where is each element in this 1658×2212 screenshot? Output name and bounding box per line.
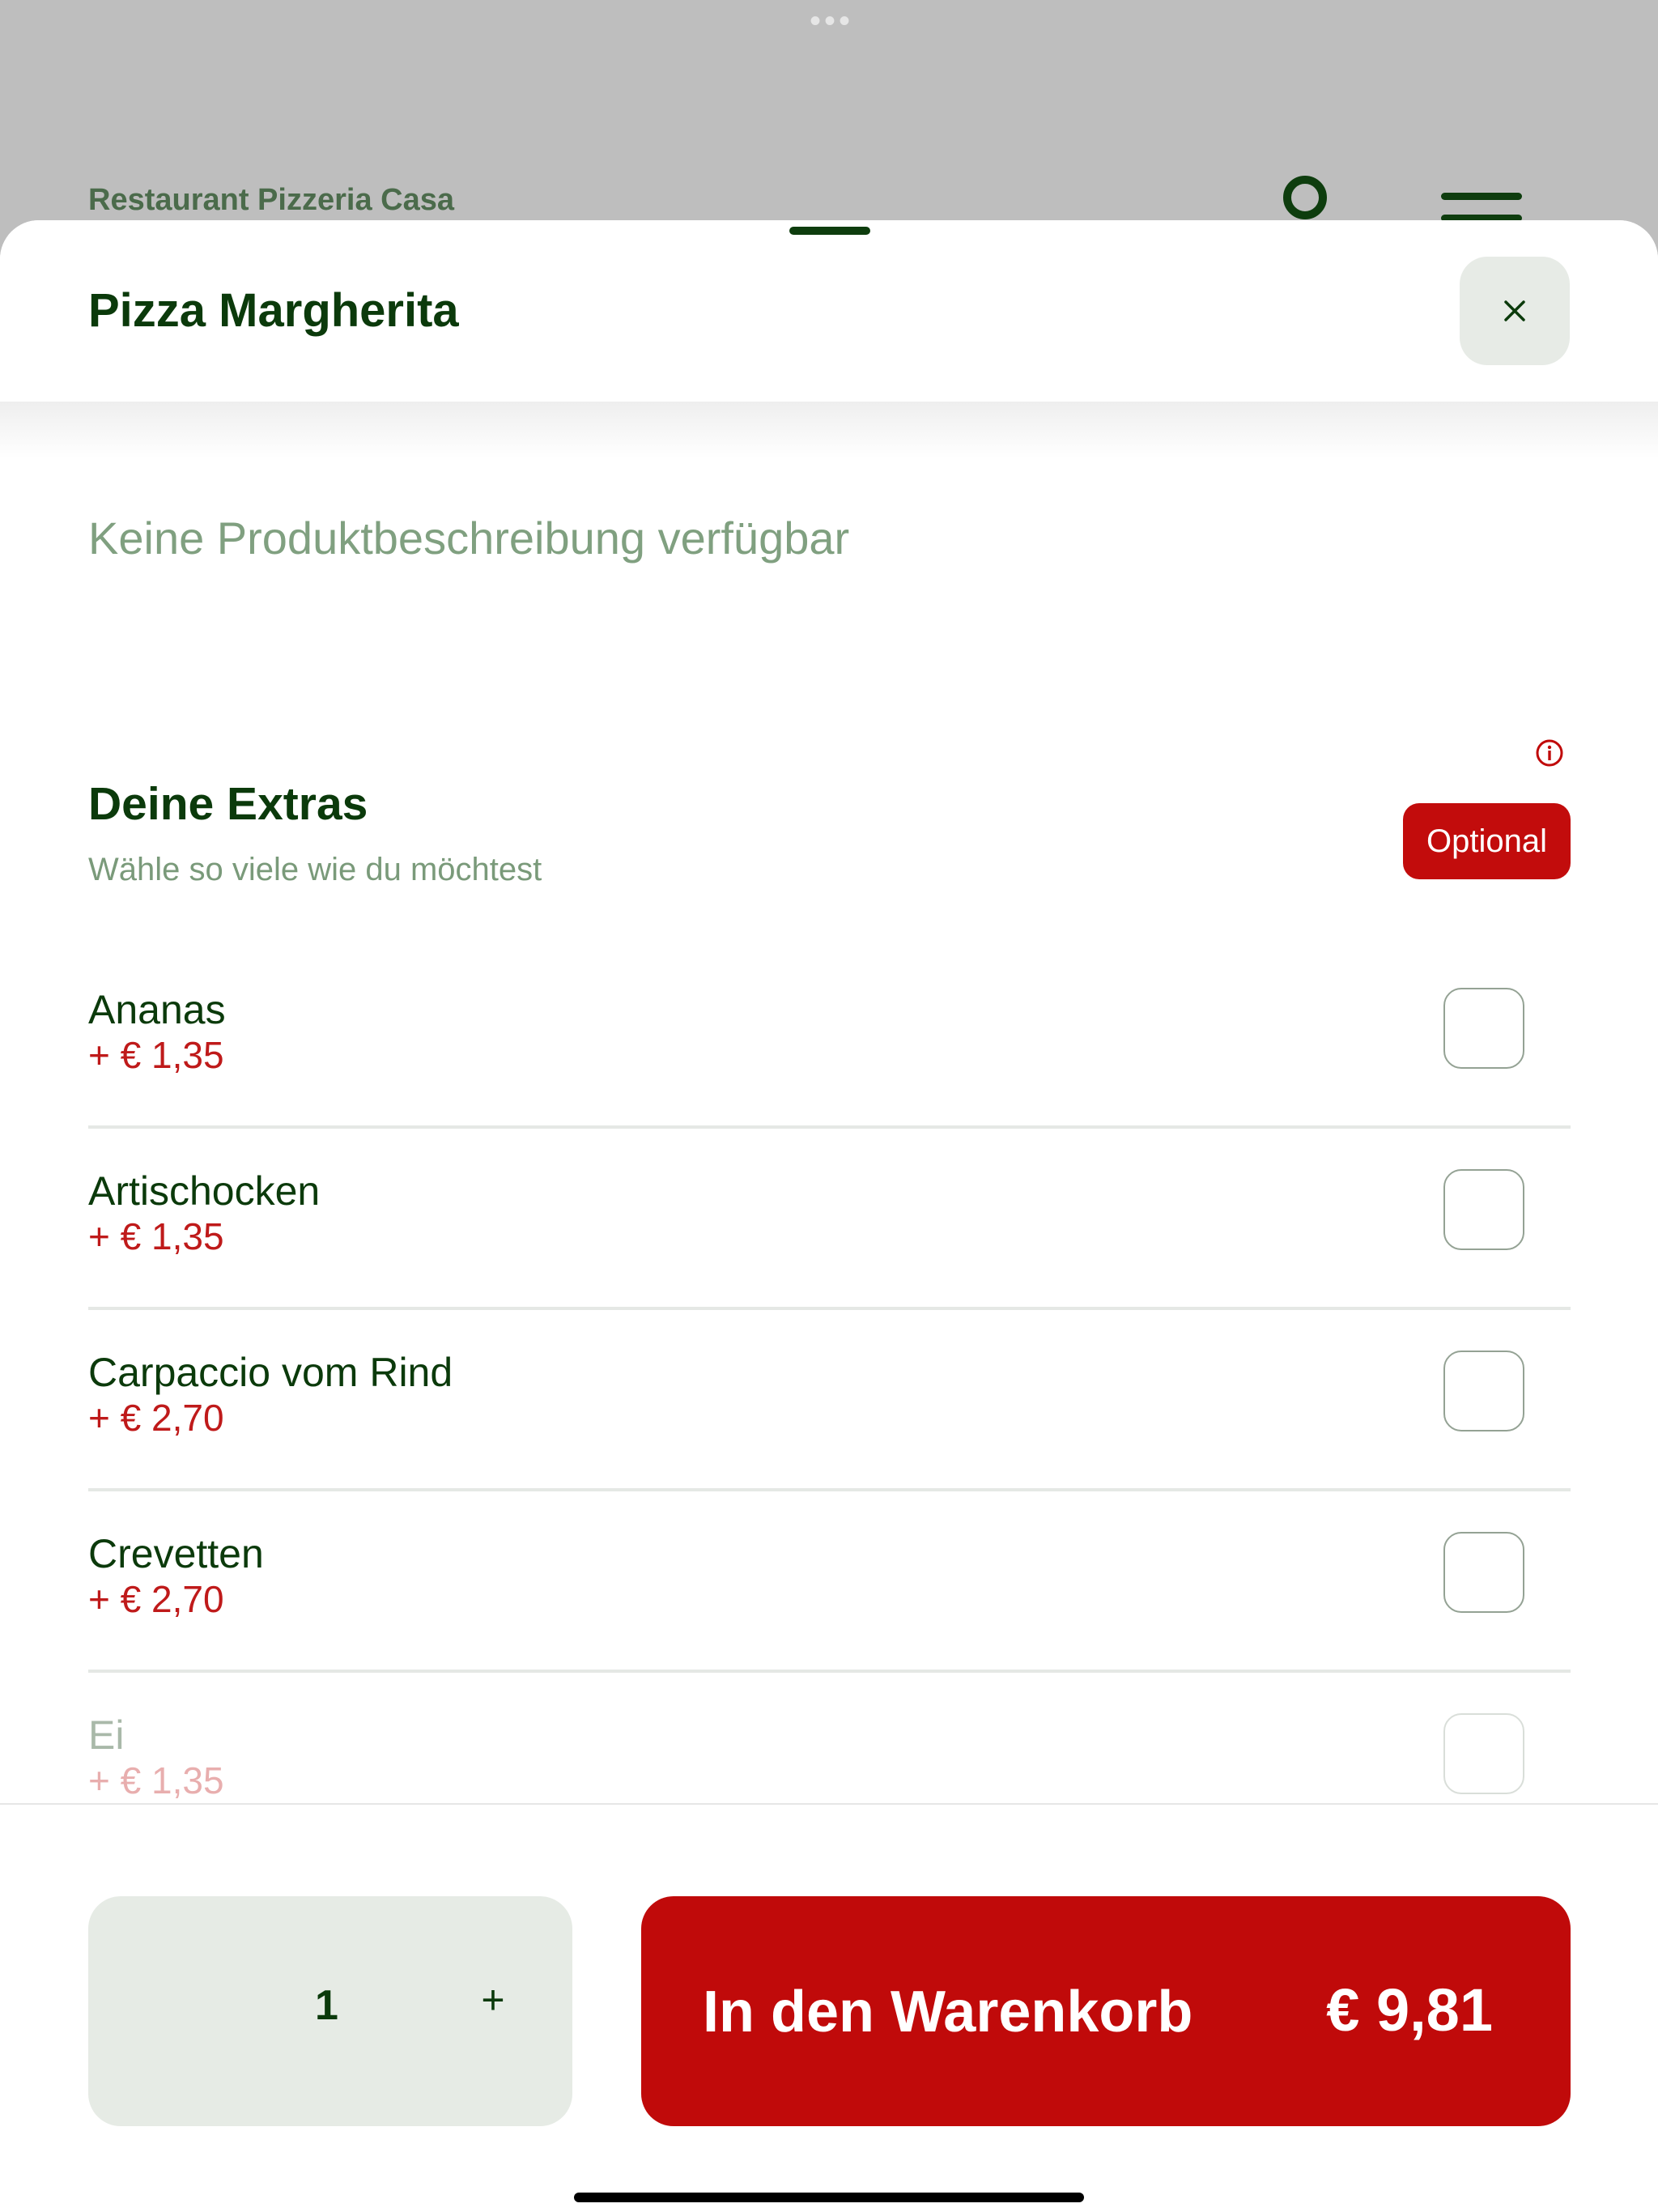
extra-item-artischocken[interactable]: Artischocken + € 1,35: [88, 1129, 1571, 1310]
extra-name: Ei: [88, 1712, 125, 1758]
increment-button[interactable]: +: [469, 1976, 517, 2024]
extra-item-carpaccio[interactable]: Carpaccio vom Rind + € 2,70: [88, 1310, 1571, 1491]
extra-name: Crevetten: [88, 1531, 264, 1576]
extra-name: Carpaccio vom Rind: [88, 1350, 453, 1395]
extra-checkbox[interactable]: [1443, 1532, 1524, 1613]
search-icon: [1283, 176, 1327, 219]
info-icon[interactable]: [1535, 738, 1564, 768]
background-page: ••• Restaurant Pizzeria Casa: [0, 0, 1658, 227]
extra-price: + € 1,35: [88, 1034, 224, 1076]
quantity-stepper[interactable]: 1 +: [88, 1896, 572, 2126]
close-button[interactable]: [1460, 257, 1570, 365]
quantity-value: 1: [315, 1982, 338, 2029]
sheet-grabber[interactable]: [789, 227, 870, 235]
extras-list: Ananas + € 1,35 Artischocken + € 1,35 Ca…: [88, 947, 1571, 1854]
sheet-header: Pizza Margherita: [0, 220, 1658, 402]
extra-checkbox[interactable]: [1443, 1351, 1524, 1431]
extras-title: Deine Extras: [88, 778, 368, 830]
extra-checkbox[interactable]: [1443, 1713, 1524, 1794]
extra-name: Artischocken: [88, 1168, 321, 1214]
cart-button-label: In den Warenkorb: [703, 1980, 1193, 2044]
add-to-cart-button[interactable]: In den Warenkorb € 9,81: [641, 1896, 1571, 2126]
extra-price: + € 1,35: [88, 1215, 224, 1257]
restaurant-name: Restaurant Pizzeria Casa: [88, 183, 454, 217]
extra-name: Ananas: [88, 987, 226, 1032]
header-shadow: [0, 402, 1658, 458]
extra-item-crevetten[interactable]: Crevetten + € 2,70: [88, 1491, 1571, 1673]
extra-price: + € 2,70: [88, 1397, 224, 1439]
cart-button-price: € 9,81: [1326, 1976, 1493, 2044]
extra-checkbox[interactable]: [1443, 1169, 1524, 1250]
footer-bar: 1 + In den Warenkorb € 9,81: [0, 1803, 1658, 2212]
close-icon: [1504, 300, 1525, 321]
extra-checkbox[interactable]: [1443, 988, 1524, 1069]
optional-badge: Optional: [1403, 803, 1571, 879]
extras-subtitle: Wähle so viele wie du möchtest: [88, 852, 542, 887]
product-description: Keine Produktbeschreibung verfügbar: [88, 513, 850, 564]
extra-price: + € 1,35: [88, 1759, 224, 1802]
multitasking-dots[interactable]: •••: [810, 5, 853, 37]
extra-price: + € 2,70: [88, 1578, 224, 1620]
home-indicator[interactable]: [574, 2193, 1084, 2202]
product-title: Pizza Margherita: [88, 284, 459, 337]
extra-item-ananas[interactable]: Ananas + € 1,35: [88, 947, 1571, 1129]
